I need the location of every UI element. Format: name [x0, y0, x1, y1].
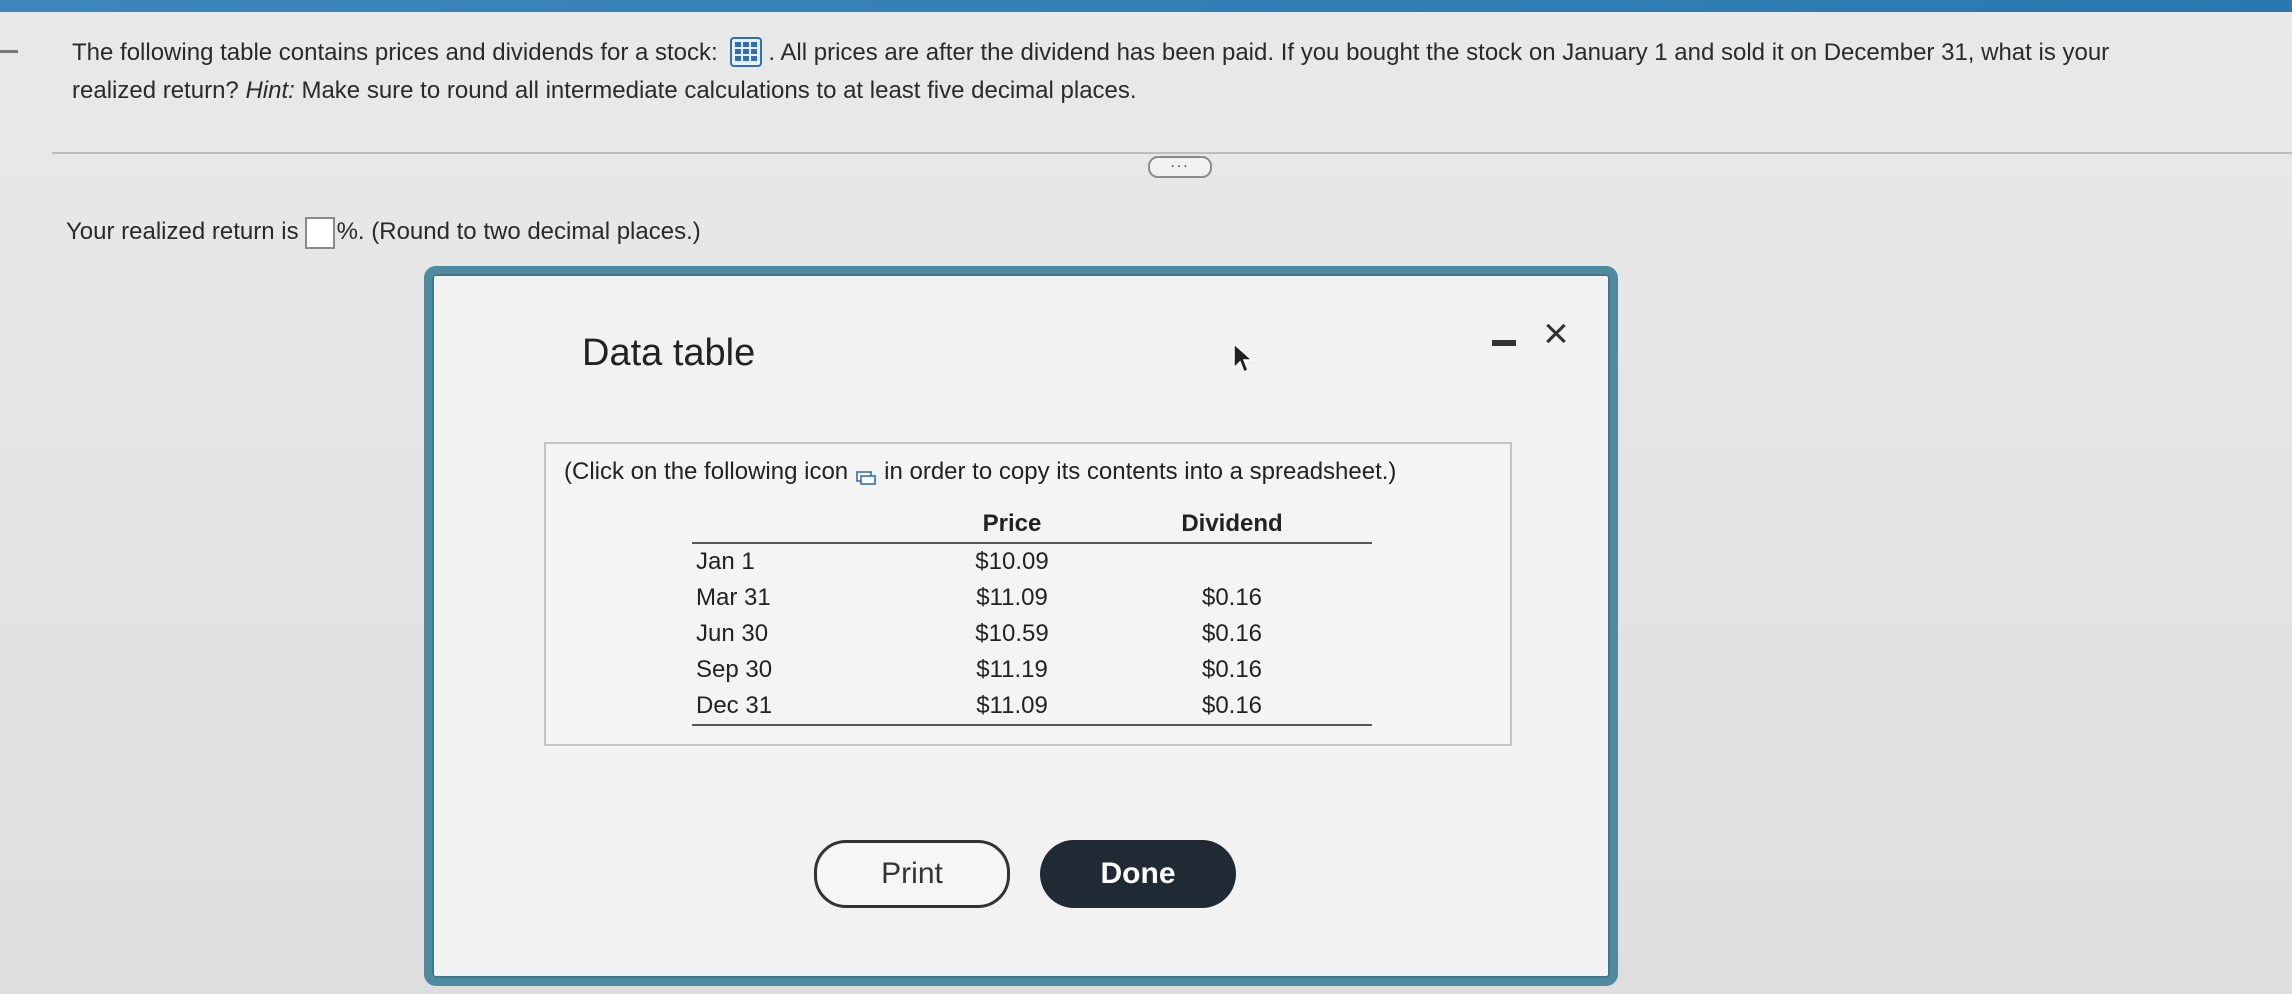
- cell-dividend: $0.16: [1201, 656, 1263, 683]
- hint-text: Make sure to round all intermediate calc…: [301, 77, 1137, 104]
- cell-dividend: $0.16: [1201, 620, 1263, 647]
- table-row: Jun 30 $10.59 $0.16: [692, 616, 1372, 652]
- mouse-cursor-icon: [1233, 342, 1254, 374]
- cell-date: Jan 1: [696, 548, 755, 575]
- answer-suffix: %. (Round to two decimal places.): [336, 218, 701, 245]
- minimize-icon[interactable]: [1492, 340, 1516, 346]
- table-row: Mar 31 $11.09 $0.16: [692, 580, 1372, 616]
- cell-price: $10.59: [975, 620, 1049, 647]
- print-button[interactable]: Print: [814, 840, 1010, 908]
- table-header-row: Price Dividend: [692, 506, 1372, 544]
- done-button[interactable]: Done: [1040, 840, 1236, 908]
- realized-return-input[interactable]: [304, 216, 335, 249]
- dialog-title: Data table: [582, 332, 756, 374]
- copy-note-part2: in order to copy its contents into a spr…: [884, 458, 1397, 485]
- cell-price: $10.09: [975, 548, 1049, 575]
- cell-price: $11.09: [976, 584, 1048, 611]
- header-price: Price: [982, 510, 1042, 537]
- price-dividend-table: Price Dividend Jan 1 $10.09 Mar 31 $11.0…: [692, 506, 1372, 726]
- table-row: Jan 1 $10.09: [692, 544, 1372, 580]
- question-line-1: The following table contains prices and …: [72, 34, 2252, 72]
- copy-instructions: (Click on the following icon in order to…: [564, 458, 1396, 486]
- left-edge-marker: [0, 50, 18, 53]
- cell-price: $11.19: [976, 656, 1048, 683]
- table-row: Sep 30 $11.19 $0.16: [692, 652, 1372, 688]
- cell-date: Sep 30: [696, 656, 773, 683]
- table-row: Dec 31 $11.09 $0.16: [692, 688, 1372, 726]
- data-table-grid-icon[interactable]: [730, 36, 763, 67]
- hint-label: Hint:: [245, 77, 295, 104]
- question-text: The following table contains prices and …: [72, 34, 2252, 110]
- cell-date: Dec 31: [696, 692, 773, 719]
- copy-note-part1: (Click on the following icon: [564, 458, 849, 485]
- cell-date: Jun 30: [696, 620, 769, 647]
- question-text-part1: The following table contains prices and …: [72, 39, 718, 66]
- cell-price: $11.09: [976, 692, 1048, 719]
- table-container: (Click on the following icon in order to…: [544, 442, 1512, 746]
- more-options-button[interactable]: ...: [1148, 155, 1212, 178]
- close-icon[interactable]: ×: [1536, 312, 1576, 356]
- answer-prefix: Your realized return is: [66, 218, 299, 245]
- cell-dividend: $0.16: [1201, 584, 1263, 611]
- data-table-dialog: Data table × (Click on the following ico…: [424, 266, 1618, 986]
- cell-dividend: $0.16: [1201, 692, 1263, 719]
- answer-line: Your realized return is %. (Round to two …: [66, 214, 701, 250]
- header-dividend: Dividend: [1181, 510, 1283, 537]
- question-text-part3: realized return?: [72, 77, 239, 104]
- cell-date: Mar 31: [696, 584, 771, 611]
- top-accent-bar: [0, 0, 2292, 12]
- question-text-part2: . All prices are after the dividend has …: [768, 39, 2110, 66]
- question-line-2: realized return? Hint: Make sure to roun…: [72, 72, 2252, 110]
- copy-to-spreadsheet-icon[interactable]: [856, 464, 876, 485]
